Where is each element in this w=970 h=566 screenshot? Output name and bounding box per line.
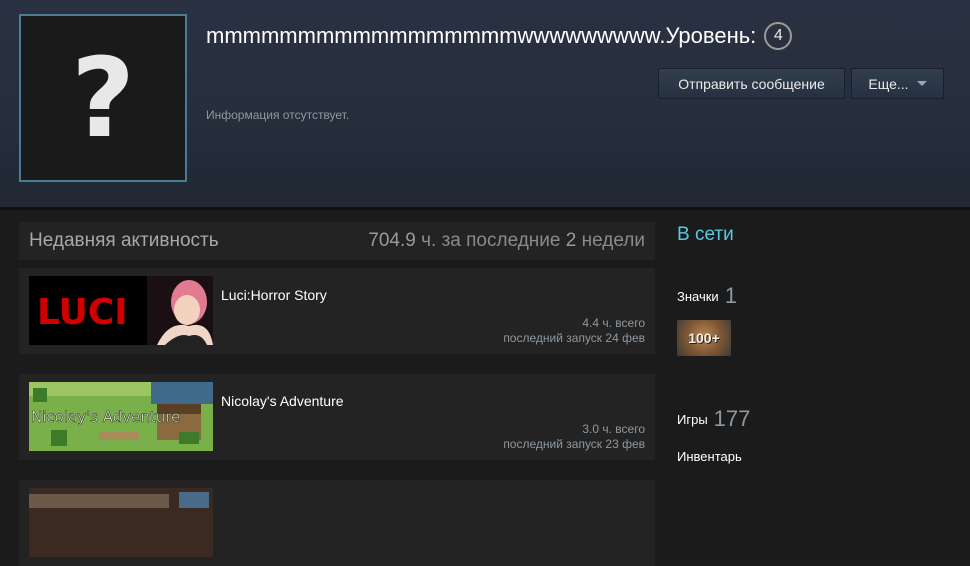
game-capsule-nicolay[interactable]: Nicolay's Adventure (29, 382, 213, 451)
avatar[interactable]: ? (19, 14, 187, 182)
badges-label: Значки (677, 289, 719, 304)
more-label: Еще... (868, 75, 909, 92)
inventory-link[interactable]: Инвентарь (677, 449, 742, 464)
game-capsule-partial[interactable] (29, 488, 213, 557)
badge-100-icon[interactable]: 100+ (677, 320, 731, 356)
level-label: Уровень: (665, 23, 757, 48)
send-message-label: Отправить сообщение (678, 75, 825, 92)
games-label: Игры (677, 412, 708, 427)
games-count: 177 (713, 406, 751, 431)
hours-value: 704.9 (368, 230, 416, 251)
recent-activity-title: Недавняя активность (29, 230, 219, 251)
persona-name: mmmmmmmmmmmmmmmmmwwwwwwwww. (206, 23, 666, 48)
game-name[interactable]: Luci:Horror Story (221, 287, 327, 303)
game-last-played: последний запуск 23 фев (503, 437, 645, 451)
chevron-down-icon (916, 81, 927, 86)
nicolay-capsule-title: Nicolay's Adventure (31, 408, 180, 426)
persona-line: mmmmmmmmmmmmmmmmmwwwwwwwww. Уровень: 4 (206, 21, 793, 51)
badge-text: 100+ (677, 320, 731, 356)
recent-activity-hours: 704.9 ч. за последние 2 недели (368, 230, 645, 252)
level-badge[interactable]: 4 (764, 22, 793, 50)
game-row-partial (19, 480, 655, 566)
games-link[interactable]: Игры 177 (677, 406, 750, 432)
question-mark-icon: ? (71, 34, 135, 162)
luci-capsule-art: LUCI (29, 276, 213, 345)
send-message-button[interactable]: Отправить сообщение (658, 68, 845, 99)
badges-count: 1 (724, 283, 737, 308)
game-hours: 3.0 ч. всего (582, 422, 645, 436)
game-row-luci: LUCI Luci:Horror Story 4.4 ч. всего посл… (19, 268, 655, 354)
game-row-nicolay: Nicolay's Adventure Nicolay's Adventure … (19, 374, 655, 460)
profile-summary: Информация отсутствует. (206, 108, 350, 122)
game-last-played: последний запуск 24 фев (503, 331, 645, 345)
recent-activity-header: Недавняя активность 704.9 ч. за последни… (19, 222, 655, 260)
nicolay-capsule-art: Nicolay's Adventure (29, 382, 213, 451)
game-name[interactable]: Nicolay's Adventure (221, 393, 344, 409)
weeks-text: недели (581, 230, 645, 251)
game-stats: 4.4 ч. всего последний запуск 24 фев (503, 316, 645, 346)
inventory-label: Инвентарь (677, 449, 742, 464)
game-stats: 3.0 ч. всего последний запуск 23 фев (503, 422, 645, 452)
badges-link[interactable]: Значки 1 (677, 283, 737, 309)
weeks-value: 2 (565, 230, 577, 251)
profile-header: ? mmmmmmmmmmmmmmmmmwwwwwwwww. Уровень: 4 … (0, 0, 970, 210)
online-status: В сети (677, 224, 734, 245)
more-dropdown-button[interactable]: Еще... (851, 68, 944, 99)
luci-capsule-title: LUCI (37, 292, 128, 333)
game-capsule-luci[interactable]: LUCI (29, 276, 213, 345)
game-hours: 4.4 ч. всего (582, 316, 645, 330)
partial-capsule-art (29, 488, 213, 557)
hours-text: ч. за последние (421, 230, 561, 251)
